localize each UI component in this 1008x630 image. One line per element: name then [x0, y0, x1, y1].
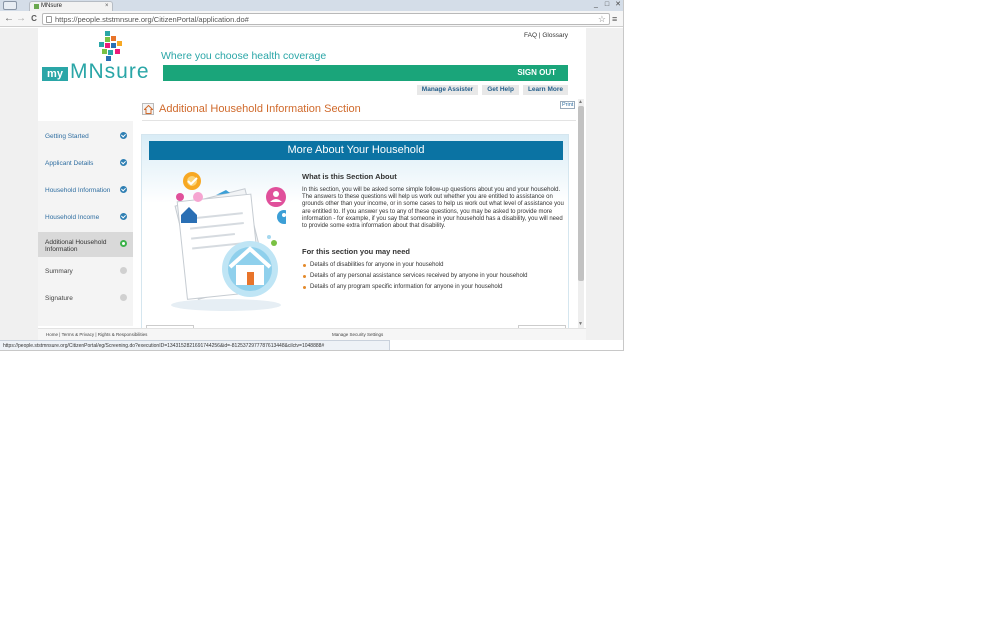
footer-links: Home | Terms & Privacy | Rights & Respon… [46, 332, 147, 337]
mnsure-logo[interactable]: my MNsure [42, 31, 158, 85]
url-text[interactable]: https://people.ststmnsure.org/CitizenPor… [55, 14, 249, 25]
progress-sidebar: Getting Started Applicant Details Househ… [38, 121, 133, 326]
list-item: Details of any program specific informat… [302, 282, 564, 293]
footer-home-link[interactable]: Home [46, 332, 58, 337]
scroll-up-icon[interactable]: ▲ [578, 99, 583, 105]
sidebar-item-household-information[interactable]: Household Information [38, 178, 133, 205]
scroll-down-icon[interactable]: ▼ [578, 321, 583, 327]
favicon-icon [34, 4, 39, 9]
list-item: Details of any personal assistance servi… [302, 271, 564, 282]
address-bar[interactable]: https://people.ststmnsure.org/CitizenPor… [42, 13, 610, 25]
window-menu-icon[interactable] [3, 1, 17, 10]
forward-button[interactable]: → [15, 12, 27, 25]
sidebar-item-label: Household Income [45, 214, 100, 221]
browser-tab[interactable]: MNsure × [29, 1, 113, 11]
bookmark-star-icon[interactable]: ☆ [598, 14, 606, 25]
maximize-button[interactable]: □ [603, 1, 611, 9]
reload-button[interactable]: C [28, 12, 40, 25]
complete-check-icon [120, 213, 127, 220]
logo-my: my [42, 67, 68, 81]
print-button[interactable]: Print [560, 101, 576, 109]
get-help-button[interactable]: Get Help [482, 85, 519, 95]
current-step-icon [120, 240, 127, 247]
back-button[interactable]: ← [3, 12, 15, 25]
list-item: Details of disabilities for anyone in yo… [302, 260, 564, 271]
tab-strip: MNsure × _ □ ✕ [0, 0, 623, 11]
card-header: More About Your Household [149, 141, 563, 160]
manage-assister-button[interactable]: Manage Assister [416, 85, 479, 95]
footer-terms-link[interactable]: Terms & Privacy [62, 332, 95, 337]
sidebar-item-label: Getting Started [45, 133, 89, 140]
status-bar: https://people.ststmnsure.org/CitizenPor… [0, 340, 390, 350]
sub-navigation: Manage Assister Get Help Learn More [416, 85, 568, 95]
what-heading: What is this Section About [302, 172, 397, 181]
sidebar-item-label: Summary [45, 268, 73, 275]
page-container: FAQ | Glossary my MNsure Where you choos… [38, 28, 586, 340]
window-controls: _ □ ✕ [592, 1, 622, 9]
household-illustration-icon [171, 172, 286, 311]
sign-out-button[interactable]: SIGN OUT [517, 65, 556, 81]
browser-window: MNsure × _ □ ✕ ← → C https://people.stst… [0, 0, 624, 351]
close-window-button[interactable]: ✕ [614, 1, 622, 9]
content-scrollbar[interactable]: ▲ ▼ [578, 99, 584, 328]
page-title: Additional Household Information Section [159, 103, 361, 115]
complete-check-icon [120, 159, 127, 166]
sidebar-item-label: Applicant Details [45, 160, 94, 167]
footer-rights-link[interactable]: Rights & Responsibilities [98, 332, 148, 337]
pending-step-icon [120, 294, 127, 301]
page-viewport: FAQ | Glossary my MNsure Where you choos… [0, 28, 623, 340]
header-bar: SIGN OUT [163, 65, 568, 81]
glossary-link[interactable]: Glossary [542, 32, 568, 39]
top-links: FAQ | Glossary [524, 32, 568, 39]
logo-wordmark: MNsure [70, 60, 150, 83]
home-section-icon [142, 103, 154, 115]
sidebar-item-summary[interactable]: Summary [38, 259, 133, 286]
sidebar-item-getting-started[interactable]: Getting Started [38, 124, 133, 151]
sidebar-item-signature[interactable]: Signature [38, 286, 133, 313]
pending-step-icon [120, 267, 127, 274]
minimize-button[interactable]: _ [592, 1, 600, 9]
need-list: Details of disabilities for anyone in yo… [302, 260, 564, 293]
page-info-icon[interactable] [46, 16, 52, 23]
status-url: https://people.ststmnsure.org/CitizenPor… [3, 343, 325, 349]
tab-title: MNsure [41, 3, 63, 9]
learn-more-button[interactable]: Learn More [522, 85, 568, 95]
manage-security-link[interactable]: Manage Security Settings [332, 332, 383, 337]
sidebar-item-label: Signature [45, 295, 73, 302]
need-heading: For this section you may need [302, 247, 410, 256]
page-footer: Home | Terms & Privacy | Rights & Respon… [38, 328, 586, 340]
section-intro-card: More About Your Household What is this S… [141, 134, 569, 331]
sidebar-item-label: Household Information [45, 187, 111, 194]
sidebar-item-applicant-details[interactable]: Applicant Details [38, 151, 133, 178]
browser-menu-icon[interactable]: ≡ [612, 14, 620, 24]
sidebar-item-household-income[interactable]: Household Income [38, 205, 133, 232]
faq-link[interactable]: FAQ [524, 32, 537, 39]
complete-check-icon [120, 186, 127, 193]
browser-toolbar: ← → C https://people.ststmnsure.org/Citi… [0, 11, 623, 27]
title-divider [142, 120, 576, 121]
what-body: In this section, you will be asked some … [302, 187, 564, 230]
complete-check-icon [120, 132, 127, 139]
scrollbar-thumb[interactable] [578, 106, 584, 281]
tagline: Where you choose health coverage [161, 50, 327, 62]
logo-mark-icon [99, 31, 122, 61]
sidebar-item-additional-household-information[interactable]: Additional Household Information [38, 232, 133, 257]
sidebar-item-label: Additional Household Information [45, 239, 107, 253]
tab-close-icon[interactable]: × [105, 2, 109, 11]
